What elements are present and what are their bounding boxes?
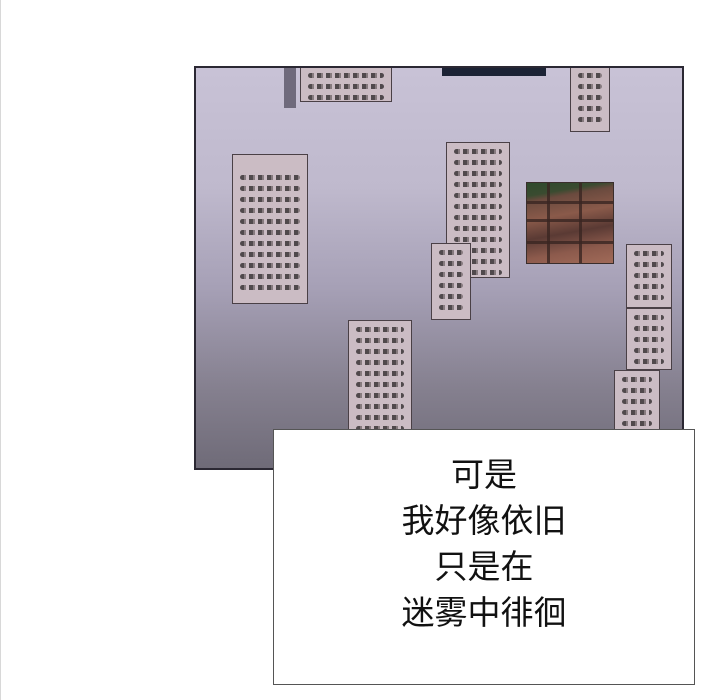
page-left-border (0, 0, 1, 700)
caption-line-4: 迷雾中徘徊 (401, 593, 567, 632)
wall-panel (194, 66, 684, 470)
wall-post (284, 68, 296, 108)
caption-line-3: 只是在 (434, 547, 534, 586)
caption-box: 可是 我好像依旧 只是在 迷雾中徘徊 (273, 429, 695, 685)
caption-text: 可是 我好像依旧 只是在 迷雾中徘徊 (274, 452, 694, 636)
caption-line-1: 可是 (451, 455, 517, 494)
pinned-note (570, 68, 610, 132)
pinned-note (626, 308, 672, 370)
warehouse-photo-icon (526, 182, 614, 264)
caption-line-2: 我好像依旧 (401, 501, 567, 540)
pinned-note (431, 243, 471, 320)
pinned-note (626, 244, 672, 308)
pinned-note (232, 154, 308, 304)
pinned-note (300, 68, 392, 102)
dark-window-strip (442, 68, 546, 76)
